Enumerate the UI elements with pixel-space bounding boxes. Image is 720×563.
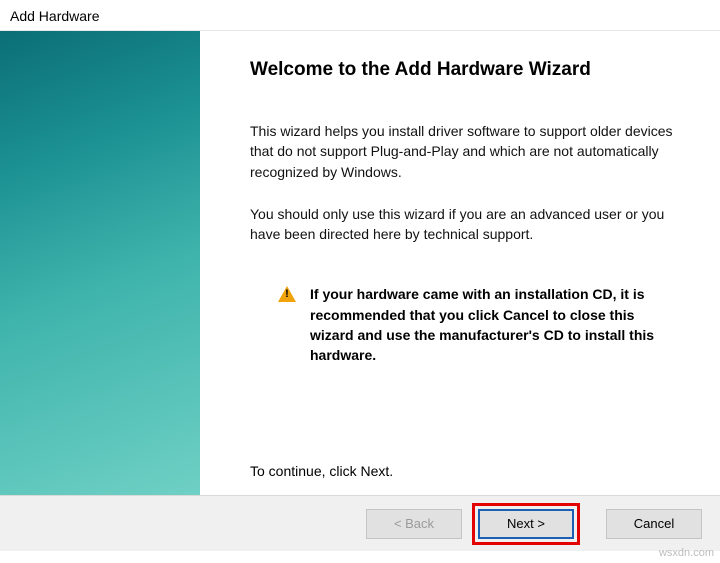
warning-notice: If your hardware came with an installati… — [250, 284, 680, 365]
next-button[interactable]: Next > — [478, 509, 574, 539]
wizard-button-row: < Back Next > Cancel — [0, 495, 720, 551]
watermark: wsxdn.com — [659, 547, 714, 559]
intro-paragraph-2: You should only use this wizard if you a… — [250, 204, 680, 245]
continue-hint: To continue, click Next. — [250, 463, 680, 485]
cancel-button[interactable]: Cancel — [606, 509, 702, 539]
wizard-body: Welcome to the Add Hardware Wizard This … — [0, 30, 720, 495]
intro-paragraph-1: This wizard helps you install driver sof… — [250, 121, 680, 182]
warning-text: If your hardware came with an installati… — [310, 284, 680, 365]
next-button-highlight: Next > — [472, 503, 580, 545]
page-heading: Welcome to the Add Hardware Wizard — [250, 59, 680, 81]
wizard-banner — [0, 31, 200, 495]
back-button: < Back — [366, 509, 462, 539]
wizard-main: Welcome to the Add Hardware Wizard This … — [200, 31, 720, 495]
warning-icon — [278, 286, 296, 302]
window-title: Add Hardware — [0, 0, 720, 30]
